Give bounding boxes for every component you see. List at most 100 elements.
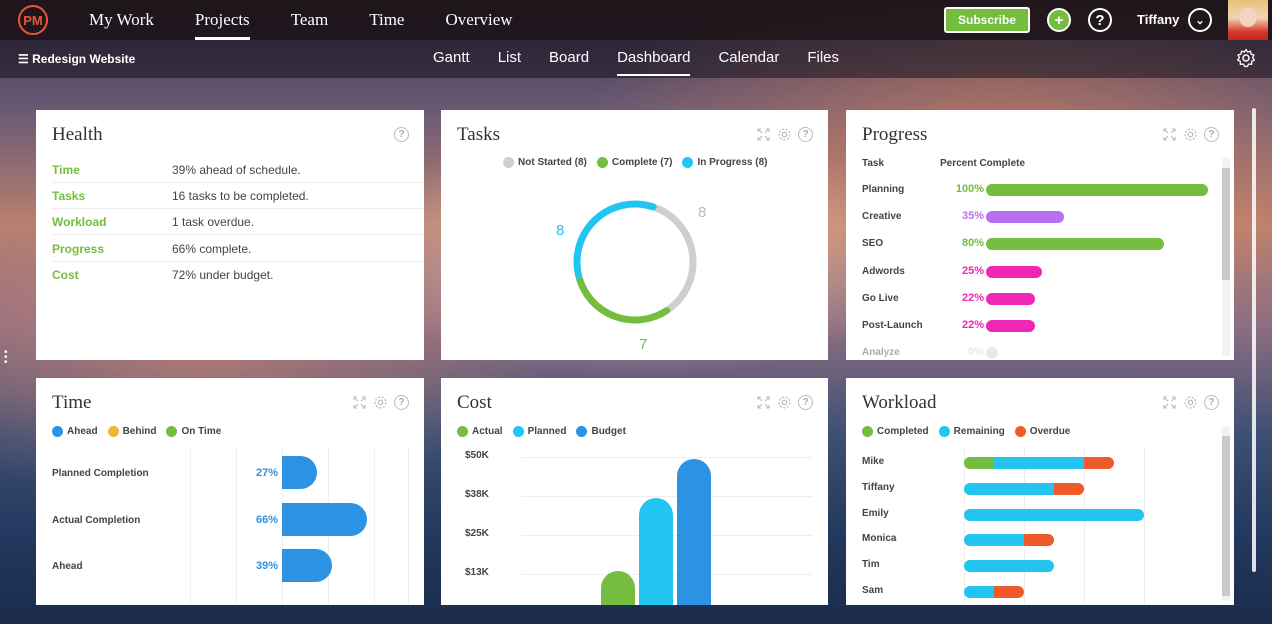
expand-icon[interactable] [755,394,772,411]
progress-percent: 100% [955,183,984,195]
help-icon[interactable]: ? [797,126,814,143]
cost-bar-actual [601,571,635,605]
health-value: 39% ahead of schedule. [172,163,301,177]
donut-label-complete: 7 [639,336,648,353]
cost-bar-planned [639,498,673,605]
progress-row: Creative 35% [862,209,1222,225]
health-card: Health ? Time 39% ahead of schedule. Tas… [36,110,424,360]
gear-icon[interactable] [1182,126,1199,143]
card-tools: ? [393,126,410,143]
help-icon[interactable]: ? [1203,394,1220,411]
workload-bar [964,457,1114,469]
progress-task-label: Planning [862,184,905,195]
drag-handle-icon[interactable]: • • • [4,348,8,368]
card-tools: ? [755,394,814,411]
help-icon[interactable]: ? [1088,8,1112,32]
nav-item-my-work[interactable]: My Work [89,0,154,40]
cost-bar-budget [677,458,711,605]
workload-segment-remaining [964,508,1144,521]
subscribe-button[interactable]: Subscribe [944,7,1030,33]
time-row-label: Planned Completion [52,468,149,479]
legend-label: Overdue [1029,426,1071,437]
tab-board[interactable]: Board [549,40,589,76]
legend-dot [52,426,63,437]
gear-icon[interactable] [1236,48,1256,68]
time-bar [282,502,367,536]
tab-gantt[interactable]: Gantt [433,40,470,76]
gridline [521,457,812,458]
expand-icon[interactable] [1161,126,1178,143]
page-scrollbar[interactable] [1252,108,1256,572]
user-name[interactable]: Tiffany [1137,12,1179,27]
expand-icon[interactable] [351,394,368,411]
legend-label: Actual [472,426,503,437]
health-key: Progress [52,242,105,256]
legend-dot [166,426,178,437]
scroll-thumb[interactable] [1222,168,1230,280]
gear-icon[interactable] [372,394,389,411]
legend-item: Behind [107,426,156,437]
workload-segment-overdue [1054,482,1084,495]
health-key: Time [52,163,80,177]
workload-name: Monica [862,533,897,545]
legend-label: Planned [527,426,567,437]
help-icon[interactable]: ? [393,126,410,143]
health-row: Progress 66% complete. [52,236,424,262]
tab-list[interactable]: List [498,40,521,76]
health-value: 16 tasks to be completed. [172,189,309,203]
pm-logo[interactable]: PM [18,5,48,35]
workload-bar [964,508,1144,521]
nav-item-time[interactable]: Time [369,0,404,40]
time-row-percent: 39% [255,560,278,572]
nav-item-overview[interactable]: Overview [445,0,512,40]
legend-item: Complete (7) [596,157,672,168]
avatar[interactable] [1228,0,1268,40]
progress-row: Post-Launch 22% [862,318,1222,334]
expand-icon[interactable] [755,126,772,143]
project-menu[interactable]: ☰ Redesign Website [18,52,135,66]
legend-dot [576,426,588,437]
tab-dashboard[interactable]: Dashboard [617,40,691,76]
progress-scrollbar[interactable] [1222,158,1230,356]
nav-item-projects[interactable]: Projects [194,0,250,40]
add-icon[interactable]: + [1047,8,1071,32]
legend-item: Overdue [1014,426,1071,437]
time-row-percent: 27% [255,467,278,479]
time-bar [282,549,332,582]
workload-segment-remaining [964,534,1024,547]
health-value: 72% under budget. [172,268,274,282]
progress-task-label: Creative [862,211,902,223]
card-tools: ? [1161,126,1220,143]
hamburger-icon[interactable]: ☰ [18,52,29,66]
scroll-thumb[interactable] [1222,436,1230,596]
progress-bar [986,320,1035,332]
workload-scrollbar[interactable] [1222,426,1230,601]
tab-files[interactable]: Files [807,40,839,76]
progress-bar [986,265,1042,278]
card-title: Progress [862,124,928,145]
help-icon[interactable]: ? [797,394,814,411]
gear-icon[interactable] [1182,394,1199,411]
help-icon[interactable]: ? [1203,126,1220,143]
gridline [1024,448,1025,605]
expand-icon[interactable] [1161,394,1178,411]
gridline [408,448,409,605]
progress-card: Progress ? Task Percent Complete Plannin… [846,110,1234,360]
progress-task-label: Go Live [862,292,899,304]
donut-segment-complete [575,275,671,324]
gridline [236,448,237,605]
workload-segment-remaining [964,560,1054,573]
workload-name: Sam [862,585,884,596]
workload-name: Tiffany [862,481,895,493]
gear-icon[interactable] [776,126,793,143]
nav-item-team[interactable]: Team [291,0,329,40]
gear-icon[interactable] [776,394,793,411]
y-tick-label: $38K [465,489,489,500]
workload-name: Mike [862,456,885,467]
progress-bar [986,238,1164,251]
chevron-down-icon[interactable]: ⌄ [1188,8,1212,32]
tab-calendar[interactable]: Calendar [718,40,779,76]
donut-label-not-started: 8 [698,204,707,221]
help-icon[interactable]: ? [393,394,410,411]
card-tools: ? [351,394,410,411]
